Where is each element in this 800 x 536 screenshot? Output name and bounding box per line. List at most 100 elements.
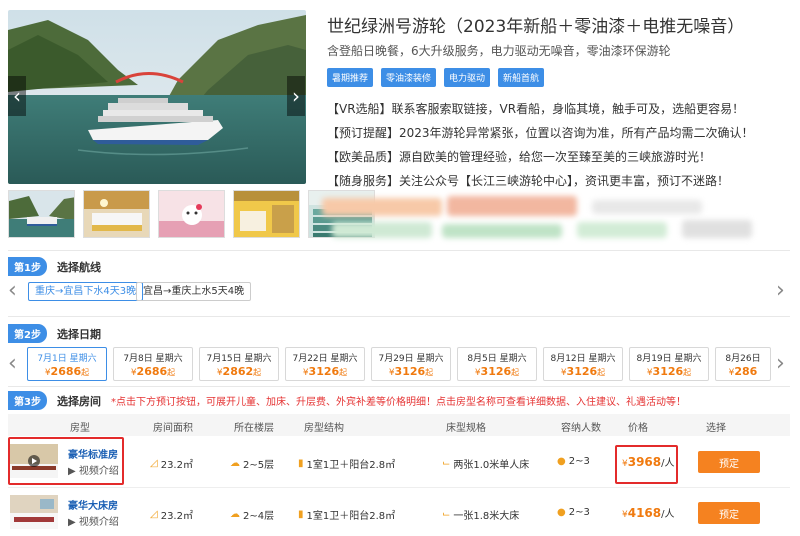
date-card[interactable]: 7月1日 星期六 ¥2686起: [27, 347, 107, 381]
room-structure: ▮ 1室1卫＋阳台2.8㎡: [298, 507, 395, 522]
date-price: ¥286: [716, 365, 770, 378]
tag-zero-paint: 零油漆装修: [381, 68, 437, 87]
date-label: 8月12日 星期六: [550, 354, 616, 364]
room-thumbnail[interactable]: [10, 444, 58, 478]
feature-service: 【随身服务】关注公众号【长江三峡游轮中心】，资讯更丰富，预订不迷路！: [327, 174, 730, 188]
product-tags: 暑期推荐 零油漆装修 电力驱动 新船首航: [327, 68, 545, 87]
date-label: 8月5日 星期六: [467, 354, 527, 364]
date-price: ¥2686起: [114, 365, 192, 378]
area-icon: ◿: [150, 458, 158, 469]
book-button[interactable]: 预定: [698, 502, 760, 524]
capacity-value: 2~3: [568, 456, 590, 467]
date-label: 8月26日: [725, 354, 761, 364]
th-area: 房间面积: [153, 423, 193, 434]
structure-value: 1室1卫＋阳台2.8㎡: [306, 460, 396, 471]
room-price: ¥4168/人: [622, 505, 675, 520]
room-thumbnail[interactable]: [10, 495, 58, 529]
floor-value: 2~5层: [243, 460, 275, 471]
price-from: 起: [425, 368, 434, 377]
room-price: ¥3968/人: [622, 454, 675, 469]
thumbnail-bedroom[interactable]: [83, 190, 150, 238]
date-card[interactable]: 7月15日 星期六 ¥2862起: [199, 347, 279, 381]
date-card[interactable]: 8月26日 ¥286: [715, 347, 771, 381]
play-icon: ▶: [68, 517, 79, 528]
book-button[interactable]: 预定: [698, 451, 760, 473]
date-card[interactable]: 8月5日 星期六 ¥3126起: [457, 347, 537, 381]
date-label: 7月29日 星期六: [378, 354, 444, 364]
price-unit: /人: [661, 458, 675, 469]
thumbnail-kids-room[interactable]: [158, 190, 225, 238]
room-bed: ⌙ 两张1.0米单人床: [442, 456, 529, 471]
blurred-contact-area: [322, 196, 752, 244]
th-price: 价格: [628, 423, 648, 434]
step1-badge: 第1步: [8, 257, 47, 276]
price-value: 3126: [652, 365, 684, 378]
date-label: 7月15日 星期六: [206, 354, 272, 364]
floor-value: 2~4层: [243, 511, 275, 522]
date-card[interactable]: 7月8日 星期六 ¥2686起: [113, 347, 193, 381]
thumbnail-suite[interactable]: [233, 190, 300, 238]
date-selector: ‹ 7月1日 星期六 ¥2686起 7月8日 星期六 ¥2686起 7月15日 …: [0, 347, 800, 383]
divider: [8, 316, 790, 317]
date-next-icon[interactable]: ›: [776, 353, 785, 375]
gallery-prev-button[interactable]: ‹: [8, 76, 26, 116]
bed-value: 两张1.0米单人床: [453, 460, 530, 471]
feature-list: 【VR选船】联系客服索取链接，VR看船，身临其境，触手可及，选船更容易！ 【预订…: [327, 102, 792, 198]
price-from: 起: [683, 368, 692, 377]
price-value: 3126: [308, 365, 340, 378]
date-card[interactable]: 7月29日 星期六 ¥3126起: [371, 347, 451, 381]
feature-booking-reminder: 【预订提醒】2023年游轮异常紧张，位置以咨询为准，所有产品均需二次确认！: [327, 126, 754, 140]
date-prev-icon[interactable]: ‹: [8, 353, 17, 375]
chevron-right-icon: ›: [292, 84, 300, 108]
floor-icon: ☁: [230, 458, 240, 469]
route-chongqing-yichang[interactable]: 重庆→宜昌下水4天3晚: [28, 282, 144, 301]
product-title: 世纪绿洲号游轮（2023年新船＋零油漆＋电推无噪音）: [327, 17, 745, 37]
price-value: 2686: [50, 365, 82, 378]
price-from: 起: [167, 368, 176, 377]
th-select: 选择: [706, 423, 726, 434]
price-unit: /人: [661, 509, 675, 520]
date-price: ¥3126起: [372, 365, 450, 378]
price-value: 2686: [136, 365, 168, 378]
route-yichang-chongqing[interactable]: 宜昌→重庆上水5天4晚: [136, 282, 252, 301]
room-capacity: ● 2~3: [557, 456, 590, 467]
th-structure: 房型结构: [304, 423, 344, 434]
bed-value: 一张1.8米大床: [453, 511, 520, 522]
thumbnail-ship[interactable]: [8, 190, 75, 238]
date-price: ¥2862起: [200, 365, 278, 378]
video-intro-link[interactable]: ▶ 视频介绍: [68, 513, 119, 528]
area-value: 23.2㎡: [160, 511, 193, 522]
tag-summer-recommend: 暑期推荐: [327, 68, 374, 87]
price-from: 起: [339, 368, 348, 377]
th-floor: 所在楼层: [234, 423, 274, 434]
video-intro-link[interactable]: ▶ 视频介绍: [68, 462, 119, 477]
gallery-next-button[interactable]: ›: [287, 76, 305, 116]
date-price: ¥2686起: [28, 365, 106, 378]
capacity-value: 2~3: [568, 507, 590, 518]
room-name-link[interactable]: 豪华标准房: [68, 446, 118, 461]
step1-label: 选择航线: [56, 260, 101, 274]
person-icon: ●: [557, 456, 566, 467]
date-card[interactable]: 8月12日 星期六 ¥3126起: [543, 347, 623, 381]
price-from: 起: [81, 368, 90, 377]
play-icon: ▶: [68, 466, 79, 477]
route-next-icon[interactable]: ›: [776, 280, 785, 302]
video-label: 视频介绍: [78, 517, 119, 528]
step2-badge: 第2步: [8, 324, 47, 343]
feature-quality: 【欧美品质】源自欧美的管理经验，给您一次至臻至美的三峡旅游时光！: [327, 150, 712, 164]
room-capacity: ● 2~3: [557, 507, 590, 518]
date-card[interactable]: 7月22日 星期六 ¥3126起: [285, 347, 365, 381]
price-from: 起: [511, 368, 520, 377]
room-floor: ☁ 2~5层: [230, 456, 274, 471]
room-bed: ⌙ 一张1.8米大床: [442, 507, 519, 522]
route-selector: ‹ 重庆→宜昌下水4天3晚 宜昌→重庆上水5天4晚 ›: [8, 280, 790, 304]
route-prev-icon[interactable]: ‹: [8, 280, 17, 302]
room-name-link[interactable]: 豪华大床房: [68, 497, 118, 512]
price-from: 起: [597, 368, 606, 377]
date-card[interactable]: 8月19日 星期六 ¥3126起: [629, 347, 709, 381]
main-photo[interactable]: [8, 10, 306, 184]
step3-note: *点击下方预订按钮，可展开儿童、加床、升层费、外宾补差等价格明细！点击房型名称可…: [110, 397, 686, 408]
divider: [8, 386, 790, 387]
date-price: ¥3126起: [458, 365, 536, 378]
feature-vr: 【VR选船】联系客服索取链接，VR看船，身临其境，触手可及，选船更容易！: [327, 102, 745, 116]
